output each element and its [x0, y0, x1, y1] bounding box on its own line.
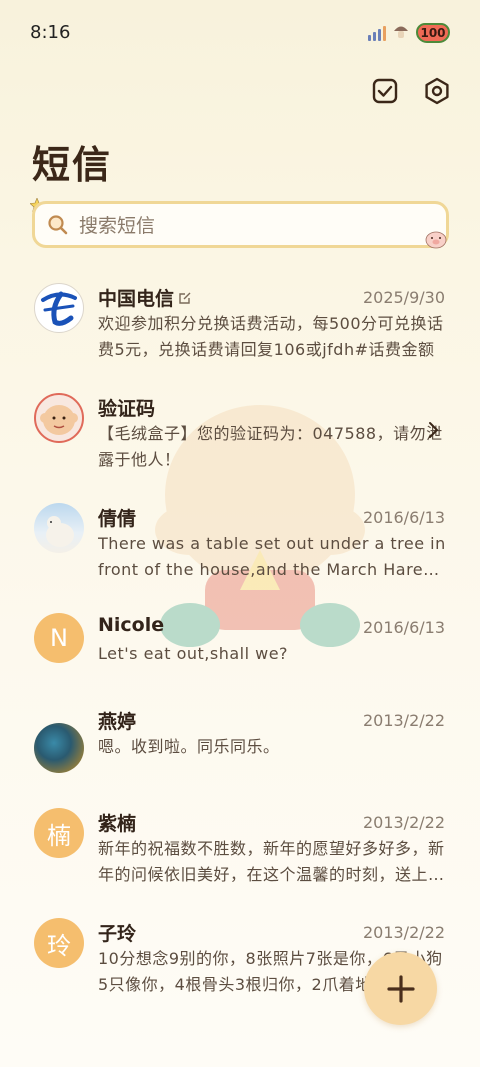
message-preview: 欢迎参加积分兑换话费活动，每500分可兑换话费5元，兑换话费请回复106或jfd… — [98, 314, 444, 359]
new-message-button[interactable] — [364, 952, 437, 1025]
mushroom-icon — [392, 22, 410, 44]
message-preview: There was a table set out under a tree i… — [98, 534, 446, 579]
conversation-date: 2013/2/22 — [362, 813, 445, 832]
conversation-item[interactable]: N Nicole 2016/6/13 Let's eat out,shall w… — [0, 597, 480, 707]
cartoon-face-icon — [40, 405, 78, 435]
message-preview: 嗯。收到啦。同乐同乐。 — [98, 737, 280, 756]
conversation-item[interactable]: 倩倩 2016/6/13 There was a table set out u… — [0, 487, 480, 597]
avatar: 楠 — [34, 808, 84, 858]
avatar — [34, 503, 84, 553]
plus-icon — [386, 974, 415, 1003]
search-input[interactable]: 搜索短信 — [32, 201, 449, 248]
conversation-date: 2013/2/22 — [362, 923, 445, 942]
contact-name: 中国电信 — [98, 288, 175, 310]
contact-name: 燕婷 — [98, 711, 137, 733]
pig-decoration-icon — [425, 231, 447, 249]
contact-name: 验证码 — [98, 398, 156, 420]
conversation-name: 燕婷 — [98, 707, 136, 734]
conversation-name: 验证码 — [98, 394, 155, 421]
conversation-name: 中国电信 — [98, 284, 192, 311]
contact-name: 倩倩 — [98, 508, 137, 530]
chevron-right-icon[interactable] — [428, 421, 440, 439]
message-preview: 【毛绒盒子】您的验证码为：047588，请勿泄露于他人！ — [98, 424, 443, 469]
search-icon — [48, 214, 68, 234]
status-icons: 100 — [368, 22, 450, 44]
conversation-date: 2025/9/30 — [362, 288, 445, 307]
conversation-name: 紫楠 — [98, 809, 136, 836]
signal-icon — [368, 25, 386, 41]
china-telecom-logo-icon — [41, 291, 77, 326]
contact-name: 子玲 — [98, 923, 137, 945]
conversation-item[interactable]: 验证码 【毛绒盒子】您的验证码为：047588，请勿泄露于他人！ — [0, 377, 480, 487]
gear-icon — [425, 77, 449, 105]
avatar — [34, 283, 84, 333]
contact-name: Nicole — [98, 614, 165, 636]
message-preview: 新年的祝福数不胜数，新年的愿望好多好多，新年的问候依旧美好，在这个温馨的时刻，送… — [98, 839, 445, 884]
checkbox-icon — [372, 78, 398, 104]
avatar — [34, 723, 84, 773]
select-mode-button[interactable] — [370, 76, 400, 106]
search-placeholder: 搜索短信 — [79, 215, 156, 237]
status-time: 8:16 — [30, 22, 71, 43]
avatar — [34, 393, 84, 443]
page-title: 短信 — [32, 143, 113, 187]
status-bar: 8:16 100 — [0, 0, 480, 66]
conversation-name: Nicole — [98, 614, 164, 636]
edit-icon — [179, 292, 191, 304]
battery-icon: 100 — [416, 23, 450, 43]
conversation-name: 子玲 — [98, 919, 136, 946]
conversation-item[interactable]: 楠 紫楠 2013/2/22 新年的祝福数不胜数，新年的愿望好多好多，新年的问候… — [0, 792, 480, 902]
message-preview: Let's eat out,shall we? — [98, 644, 289, 663]
polar-bear-icon — [46, 516, 74, 547]
conversation-date: 2016/6/13 — [362, 508, 445, 527]
contact-name: 紫楠 — [98, 813, 137, 835]
conversation-date: 2016/6/13 — [362, 618, 445, 637]
conversation-list: 中国电信 2025/9/30 欢迎参加积分兑换话费活动，每500分可兑换话费5元… — [0, 267, 480, 1012]
settings-button[interactable] — [422, 76, 452, 106]
conversation-item[interactable]: 燕婷 2013/2/22 嗯。收到啦。同乐同乐。 — [0, 707, 480, 792]
conversation-name: 倩倩 — [98, 504, 136, 531]
avatar: N — [34, 613, 84, 663]
conversation-date: 2013/2/22 — [362, 711, 445, 730]
conversation-item[interactable]: 中国电信 2025/9/30 欢迎参加积分兑换话费活动，每500分可兑换话费5元… — [0, 267, 480, 377]
header-actions — [370, 76, 452, 106]
avatar: 玲 — [34, 918, 84, 968]
